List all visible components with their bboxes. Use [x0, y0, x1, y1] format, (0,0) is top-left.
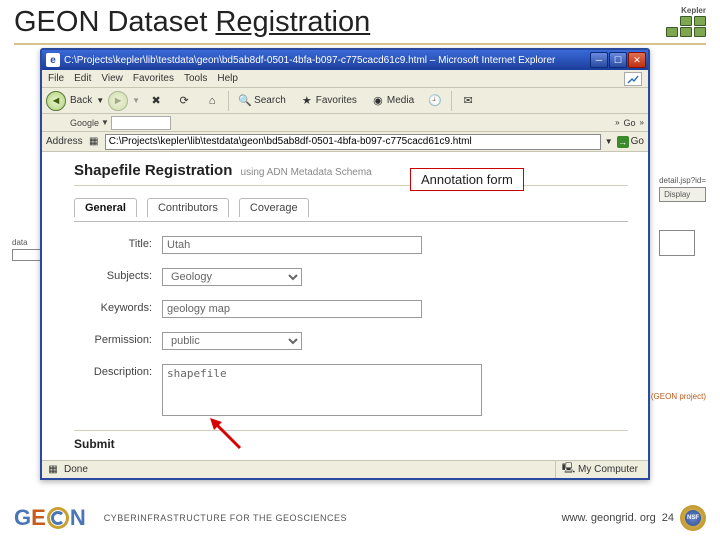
window-title: C:\Projects\kepler\lib\testdata\geon\bd5… [64, 55, 590, 66]
title-label: Title: [74, 236, 162, 250]
history-button[interactable]: 🕘 [423, 91, 447, 111]
slide-title-underlined: Registration [215, 6, 370, 38]
menu-tools[interactable]: Tools [184, 73, 207, 84]
footer-tagline: CYBERINFRASTRUCTURE FOR THE GEOSCIENCES [104, 513, 347, 523]
menubar: File Edit View Favorites Tools Help [42, 70, 648, 88]
behind-right-label: detail.jsp?id= [659, 176, 706, 185]
address-input[interactable] [105, 134, 601, 150]
keywords-label: Keywords: [74, 300, 162, 314]
menu-favorites[interactable]: Favorites [133, 73, 174, 84]
favorites-button[interactable]: ★Favorites [295, 91, 362, 111]
page-content: Shapefile Registration using ADN Metadat… [42, 152, 648, 460]
toolbar-main: ◄ Back ▼ ► ▼ ✖ ⟳ ⌂ 🔍Search ★Favorites ◉M… [42, 88, 648, 114]
address-label: Address [46, 136, 83, 147]
kepler-logo-label: Kepler [681, 6, 706, 15]
title-input[interactable] [162, 236, 422, 254]
done-icon: ▦ [46, 463, 60, 477]
description-textarea[interactable]: shapefile [162, 364, 482, 416]
menu-view[interactable]: View [101, 73, 123, 84]
stop-button[interactable]: ✖ [144, 91, 168, 111]
stop-icon: ✖ [149, 94, 163, 108]
page-number: 24 [662, 512, 674, 524]
menu-help[interactable]: Help [217, 73, 238, 84]
behind-left-port [12, 249, 42, 261]
maximize-button[interactable]: ☐ [609, 52, 627, 68]
google-search-input[interactable] [111, 116, 171, 130]
behind-left-fragment: data [12, 238, 42, 261]
ie-throbber-icon [624, 72, 642, 86]
mail-icon: ✉ [461, 94, 475, 108]
slide-title-rule [14, 43, 706, 45]
nsf-logo-icon: NSF [680, 505, 706, 531]
refresh-button[interactable]: ⟳ [172, 91, 196, 111]
tab-general[interactable]: General [74, 198, 137, 217]
permission-select[interactable]: public [162, 332, 302, 350]
keywords-input[interactable] [162, 300, 422, 318]
media-label: Media [387, 95, 414, 106]
titlebar: e C:\Projects\kepler\lib\testdata\geon\b… [42, 50, 648, 70]
behind-project-note: (GEON project) [651, 392, 706, 401]
behind-left-label: data [12, 238, 28, 247]
behind-node-icon [659, 230, 695, 256]
page-heading: Shapefile Registration using ADN Metadat… [74, 162, 628, 179]
footer-url: www. geongrid. org [562, 512, 656, 524]
subjects-select[interactable]: Geology [162, 268, 302, 286]
mail-button[interactable]: ✉ [456, 91, 480, 111]
minimize-button[interactable]: ─ [590, 52, 608, 68]
refresh-icon: ⟳ [177, 94, 191, 108]
behind-display-button[interactable]: Display [659, 187, 706, 202]
go-label: Go [631, 136, 644, 147]
tab-coverage[interactable]: Coverage [239, 198, 309, 217]
permission-label: Permission: [74, 332, 162, 346]
kepler-logo: Kepler [666, 6, 706, 37]
menu-edit[interactable]: Edit [74, 73, 91, 84]
google-label: Google [70, 118, 99, 128]
slide-footer: GEN CYBERINFRASTRUCTURE FOR THE GEOSCIEN… [0, 496, 720, 540]
status-done: Done [64, 464, 88, 475]
go-button[interactable]: →Go [617, 136, 644, 148]
ie-window: e C:\Projects\kepler\lib\testdata\geon\b… [40, 48, 650, 480]
toolbar-google: Google▼ » Go » [42, 114, 648, 132]
subjects-label: Subjects: [74, 268, 162, 282]
slide-title: GEON Dataset Registration [14, 6, 370, 39]
close-button[interactable]: ✕ [628, 52, 646, 68]
geon-swirl-icon [47, 507, 69, 529]
behind-right-fragment: detail.jsp?id= Display (GEON project) [659, 176, 706, 256]
favorites-label: Favorites [316, 95, 357, 106]
page-heading-sub: using ADN Metadata Schema [241, 167, 372, 178]
forward-dropdown-icon[interactable]: ▼ [132, 96, 140, 105]
star-icon: ★ [300, 94, 314, 108]
slide-title-plain: GEON Dataset [14, 6, 215, 38]
forward-button[interactable]: ► [108, 91, 128, 111]
status-bar: ▦ Done 🖳 My Computer [42, 460, 648, 478]
back-dropdown-icon[interactable]: ▼ [96, 96, 104, 105]
submit-button[interactable]: Submit [74, 437, 628, 451]
google-go-button[interactable]: Go [624, 118, 636, 128]
menu-file[interactable]: File [48, 73, 64, 84]
computer-icon: 🖳 [562, 461, 575, 478]
back-button[interactable]: ◄ [46, 91, 66, 111]
history-icon: 🕘 [428, 94, 442, 108]
go-icon: → [617, 136, 629, 148]
ie-icon: e [46, 53, 60, 67]
media-icon: ◉ [371, 94, 385, 108]
home-icon: ⌂ [205, 94, 219, 108]
geon-logo: GEN [14, 505, 86, 531]
search-label: Search [254, 95, 286, 106]
tab-contributors[interactable]: Contributors [147, 198, 229, 217]
address-bar: Address ▦ ▼ →Go [42, 132, 648, 152]
back-label: Back [70, 95, 92, 106]
annotation-callout: Annotation form [410, 168, 524, 191]
media-button[interactable]: ◉Media [366, 91, 419, 111]
status-zone: My Computer [578, 464, 638, 475]
home-button[interactable]: ⌂ [200, 91, 224, 111]
description-label: Description: [74, 364, 162, 378]
page-icon: ▦ [87, 136, 101, 147]
address-dropdown-icon[interactable]: ▼ [605, 137, 613, 146]
search-icon: 🔍 [238, 94, 252, 108]
search-button[interactable]: 🔍Search [233, 91, 291, 111]
